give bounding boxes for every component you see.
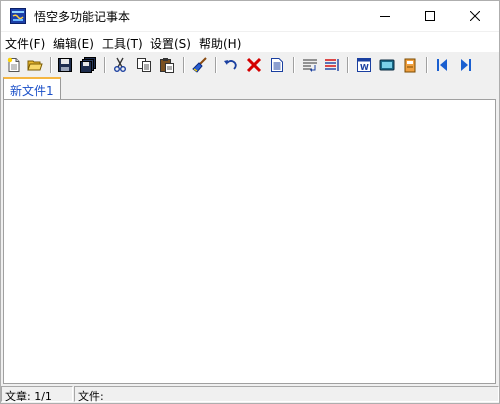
open-button[interactable]: [26, 56, 44, 74]
status-chapter: 文章: 1/1: [5, 390, 52, 403]
cut-icon: [114, 57, 126, 72]
minimize-button[interactable]: [363, 1, 407, 31]
next-button[interactable]: [457, 56, 475, 74]
tab-strip: 新文件1: [1, 77, 499, 99]
save-button[interactable]: [56, 56, 74, 74]
word-wrap-button[interactable]: [301, 56, 319, 74]
maximize-button[interactable]: [408, 1, 452, 31]
status-file: 文件:: [78, 390, 104, 403]
toolbar-separator: [347, 57, 348, 73]
save-all-button[interactable]: [79, 56, 97, 74]
close-button[interactable]: [453, 1, 497, 31]
delete-button[interactable]: [245, 56, 263, 74]
paste-button[interactable]: [158, 56, 176, 74]
minimize-icon: [380, 16, 390, 17]
toolbar-separator: [183, 57, 184, 73]
word-wrap-icon: [303, 59, 317, 72]
copy-icon: [137, 58, 151, 72]
toolbar: W: [1, 53, 499, 77]
menu-file[interactable]: 文件(F): [5, 35, 45, 52]
menu-bar: 文件(F) 编辑(E) 工具(T) 设置(S) 帮助(H): [1, 32, 499, 52]
toolbar-separator: [293, 57, 294, 73]
maximize-icon: [425, 11, 435, 21]
status-pane-file: 文件:: [74, 386, 499, 403]
word-icon: W: [357, 58, 371, 72]
menu-settings[interactable]: 设置(S): [150, 35, 191, 52]
open-folder-icon: [27, 60, 43, 71]
close-icon: [470, 11, 480, 21]
window-title: 悟空多功能记事本: [34, 10, 131, 24]
screen-icon: [379, 59, 395, 71]
menu-tools[interactable]: 工具(T): [102, 35, 143, 52]
previous-icon: [437, 59, 447, 71]
line-numbers-button[interactable]: [323, 56, 341, 74]
line-numbers-icon: [325, 59, 339, 71]
word-button[interactable]: W: [355, 56, 373, 74]
app-notepad-icon: [10, 8, 26, 24]
new-file-button[interactable]: [5, 56, 23, 74]
editor-textarea[interactable]: [3, 99, 496, 384]
clear-button[interactable]: [191, 56, 209, 74]
app-window: 悟空多功能记事本 文件(F) 编辑(E) 工具(T) 设置(S) 帮助(H) W…: [0, 0, 500, 404]
toolbar-separator: [104, 57, 105, 73]
toolbar-separator: [50, 57, 51, 73]
cut-button[interactable]: [111, 56, 129, 74]
screen-button[interactable]: [378, 56, 396, 74]
menu-edit[interactable]: 编辑(E): [53, 35, 94, 52]
paste-icon: [160, 58, 174, 73]
toolbar-separator: [215, 57, 216, 73]
clear-icon: [192, 57, 207, 73]
undo-button[interactable]: [222, 56, 240, 74]
new-file-icon: [7, 57, 20, 72]
undo-icon: [224, 60, 237, 70]
previous-button[interactable]: [433, 56, 451, 74]
note-button[interactable]: [401, 56, 419, 74]
tab-new-file-1[interactable]: 新文件1: [3, 77, 61, 99]
copy-button[interactable]: [135, 56, 153, 74]
status-bar: 文章: 1/1 文件:: [1, 385, 499, 403]
save-all-icon: [80, 57, 96, 73]
toolbar-separator: [426, 57, 427, 73]
menu-help[interactable]: 帮助(H): [199, 35, 241, 52]
document-icon: [271, 58, 283, 72]
note-icon: [404, 58, 416, 73]
next-icon: [461, 59, 471, 71]
document-button[interactable]: [268, 56, 286, 74]
title-bar[interactable]: 悟空多功能记事本: [1, 1, 499, 31]
delete-icon: [246, 57, 262, 73]
tab-label: 新文件1: [10, 84, 54, 98]
svg-text:W: W: [360, 63, 369, 72]
status-pane-chapter: 文章: 1/1: [1, 386, 73, 403]
save-icon: [58, 58, 72, 72]
